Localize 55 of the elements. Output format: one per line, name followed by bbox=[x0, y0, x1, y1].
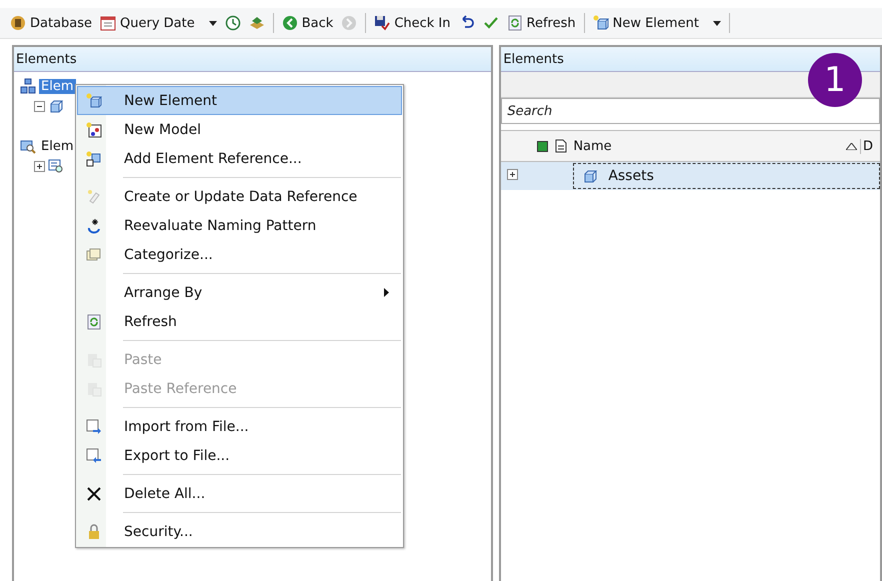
tree-item-label[interactable]: Elem bbox=[39, 78, 76, 94]
filter-icon[interactable] bbox=[537, 140, 548, 152]
calendar-icon bbox=[100, 15, 116, 31]
menu-item[interactable]: New Element bbox=[77, 86, 402, 115]
floppy-check-icon bbox=[374, 15, 390, 31]
clock-icon bbox=[224, 15, 241, 31]
checkmark-icon bbox=[482, 15, 499, 31]
menu-item[interactable]: Delete All... bbox=[77, 479, 402, 508]
caret-icon bbox=[208, 20, 217, 26]
menu-item[interactable]: Reevaluate Naming Pattern bbox=[77, 211, 402, 240]
delete-icon bbox=[86, 486, 102, 502]
refresh-icon bbox=[86, 314, 102, 330]
refresh-icon bbox=[506, 15, 523, 31]
tree-item-label[interactable]: Elem bbox=[39, 138, 76, 154]
import-icon bbox=[86, 418, 102, 434]
search-field[interactable]: Search bbox=[501, 98, 880, 124]
menu-item[interactable]: Export to File... bbox=[77, 441, 402, 470]
search-list-icon bbox=[48, 158, 64, 174]
menu-item[interactable]: Import from File... bbox=[77, 412, 402, 441]
layers-icon bbox=[248, 15, 265, 31]
new-cube-icon bbox=[592, 15, 609, 31]
menu-item[interactable]: Security... bbox=[77, 517, 402, 546]
model-icon bbox=[86, 122, 102, 138]
toolbar-button[interactable]: Database bbox=[8, 13, 94, 33]
toolbar-button[interactable]: Check In bbox=[372, 13, 453, 33]
document-icon[interactable] bbox=[555, 139, 568, 153]
export-icon bbox=[86, 448, 102, 464]
toolbar-button[interactable]: Query Date bbox=[98, 13, 219, 33]
column-header[interactable]: D bbox=[860, 138, 880, 154]
menu-item[interactable]: Categorize... bbox=[77, 240, 402, 269]
column-header[interactable]: Name bbox=[573, 138, 846, 154]
reference-cube-icon bbox=[86, 150, 102, 166]
grid-row[interactable]: Assets bbox=[501, 162, 880, 190]
cube-icon bbox=[582, 168, 598, 184]
caret-icon bbox=[712, 20, 721, 26]
menu-item[interactable]: Add Element Reference... bbox=[77, 144, 402, 173]
expand-icon[interactable] bbox=[507, 168, 518, 180]
expand-icon[interactable] bbox=[34, 160, 45, 172]
new-cube-icon bbox=[86, 92, 102, 108]
panel-title: Elements bbox=[14, 47, 492, 72]
name-cell: Assets bbox=[573, 163, 880, 189]
toolbar-button[interactable]: Refresh bbox=[504, 13, 578, 33]
search-icon bbox=[20, 138, 36, 154]
menu-item[interactable]: Create or Update Data Reference bbox=[77, 182, 402, 211]
folders-icon bbox=[86, 246, 102, 262]
toolbar-button[interactable]: Back bbox=[280, 13, 336, 33]
menu-item[interactable]: Arrange By bbox=[77, 278, 402, 307]
asterisk-arrow-icon bbox=[86, 218, 102, 234]
collapse-icon[interactable] bbox=[34, 100, 45, 112]
lock-icon bbox=[86, 524, 102, 540]
toolbar-button[interactable]: New Element bbox=[590, 13, 723, 33]
menu-item[interactable]: Refresh bbox=[77, 307, 402, 336]
menu-item[interactable]: New Model bbox=[77, 115, 402, 144]
hierarchy-icon bbox=[20, 78, 36, 94]
cube-icon bbox=[48, 98, 64, 114]
